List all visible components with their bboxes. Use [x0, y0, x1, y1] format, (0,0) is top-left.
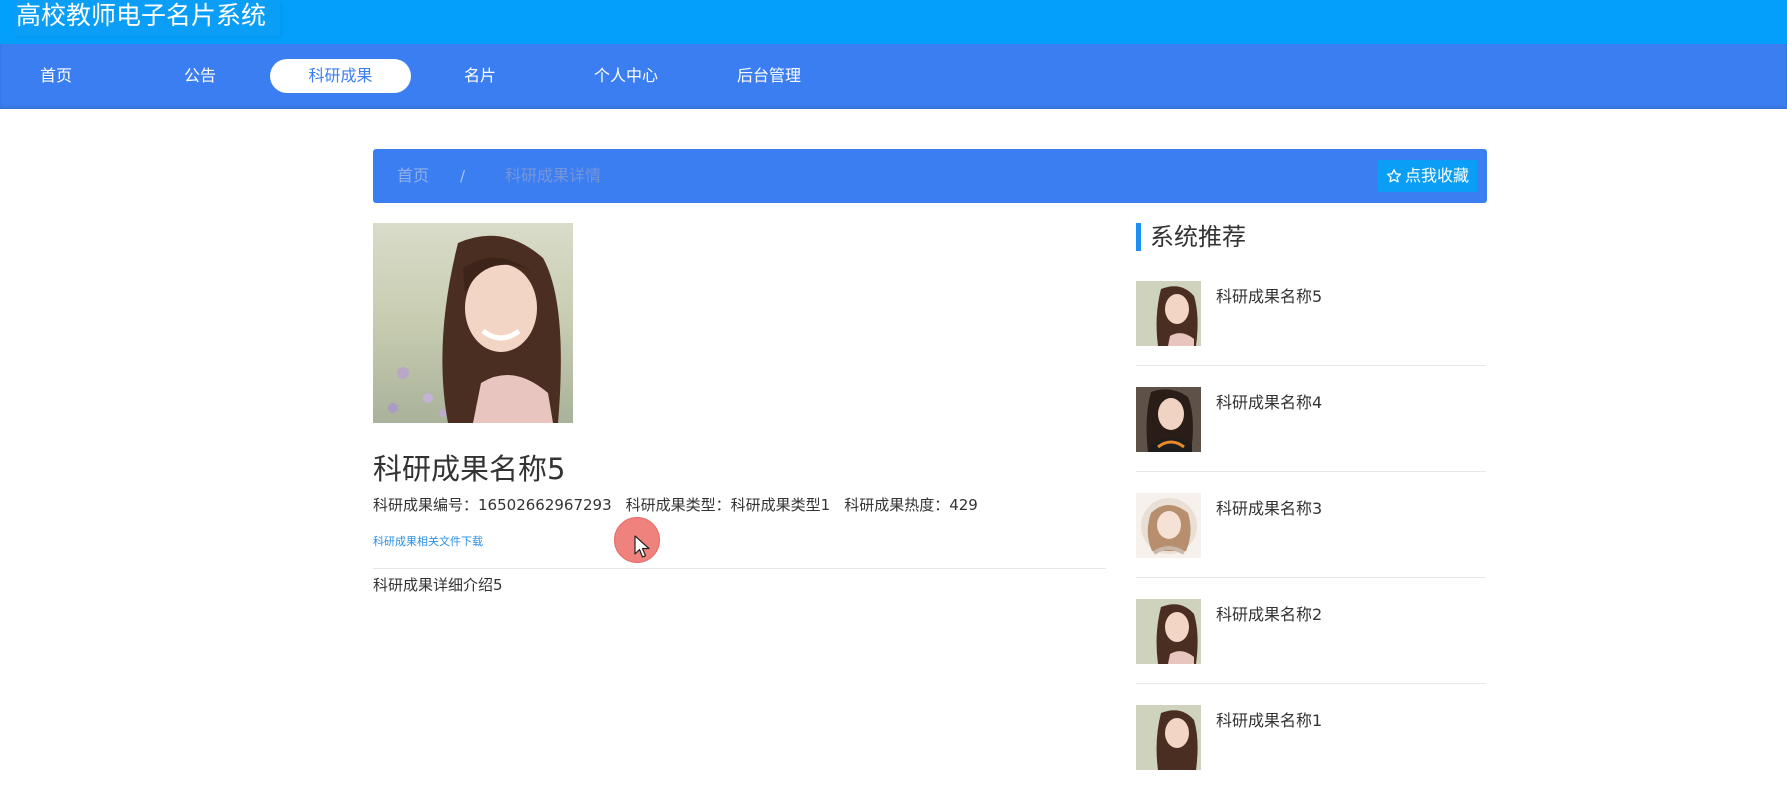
- divider: [373, 568, 1106, 569]
- star-outline-icon: [1386, 169, 1402, 183]
- divider: [1136, 471, 1486, 472]
- breadcrumb-home[interactable]: 首页: [397, 149, 429, 203]
- recommend-thumbnail[interactable]: [1136, 281, 1201, 346]
- divider: [1136, 365, 1486, 366]
- recommend-heading: 系统推荐: [1136, 223, 1246, 251]
- recommend-item-name[interactable]: 科研成果名称1: [1216, 707, 1322, 731]
- nav-item-research[interactable]: 科研成果: [270, 59, 411, 93]
- heat-value: 429: [949, 496, 978, 514]
- favorite-button[interactable]: 点我收藏: [1377, 160, 1477, 192]
- research-cover-image: [373, 223, 573, 423]
- research-title: 科研成果名称5: [373, 452, 566, 486]
- recommend-item[interactable]: 科研成果名称2: [1136, 599, 1486, 705]
- heat-label: 科研成果热度：: [844, 496, 950, 514]
- recommend-thumbnail[interactable]: [1136, 387, 1201, 452]
- research-intro: 科研成果详细介绍5: [373, 576, 503, 594]
- nav-item-notice[interactable]: 公告: [176, 59, 224, 93]
- recommend-item[interactable]: 科研成果名称5: [1136, 281, 1486, 387]
- recommend-thumbnail[interactable]: [1136, 705, 1201, 770]
- divider: [1136, 577, 1486, 578]
- nav-item-home[interactable]: 首页: [32, 59, 80, 93]
- recommend-item-name[interactable]: 科研成果名称2: [1216, 601, 1322, 625]
- nav-item-card[interactable]: 名片: [456, 59, 504, 93]
- recommend-item-name[interactable]: 科研成果名称3: [1216, 495, 1322, 519]
- breadcrumb: 首页 / 科研成果详情 点我收藏: [373, 149, 1487, 203]
- mouse-cursor-icon: [634, 535, 650, 558]
- number-value: 16502662967293: [478, 496, 612, 514]
- research-meta: 科研成果编号：16502662967293 科研成果类型：科研成果类型1 科研成果热…: [373, 494, 978, 515]
- recommend-thumbnail[interactable]: [1136, 493, 1201, 558]
- recommend-item-name[interactable]: 科研成果名称4: [1216, 389, 1322, 413]
- app-title-bar: 高校教师电子名片系统: [0, 0, 1787, 44]
- nav-item-admin[interactable]: 后台管理: [733, 59, 805, 93]
- breadcrumb-current: 科研成果详情: [505, 166, 602, 185]
- type-label: 科研成果类型：: [625, 496, 731, 514]
- recommend-item[interactable]: 科研成果名称1: [1136, 705, 1486, 811]
- recommend-item-name[interactable]: 科研成果名称5: [1216, 283, 1322, 307]
- main-nav: 首页 公告 科研成果 名片 个人中心 后台管理: [0, 44, 1787, 109]
- download-link[interactable]: 科研成果相关文件下载: [373, 533, 483, 549]
- favorite-button-label: 点我收藏: [1404, 166, 1469, 185]
- number-label: 科研成果编号：: [373, 496, 479, 514]
- type-value: 科研成果类型1: [730, 496, 831, 514]
- recommend-item[interactable]: 科研成果名称4: [1136, 387, 1486, 493]
- recommend-item[interactable]: 科研成果名称3: [1136, 493, 1486, 599]
- app-title: 高校教师电子名片系统: [14, 0, 281, 36]
- nav-item-personal-center[interactable]: 个人中心: [590, 59, 662, 93]
- recommend-thumbnail[interactable]: [1136, 599, 1201, 664]
- divider: [1136, 683, 1486, 684]
- breadcrumb-separator: /: [460, 167, 466, 185]
